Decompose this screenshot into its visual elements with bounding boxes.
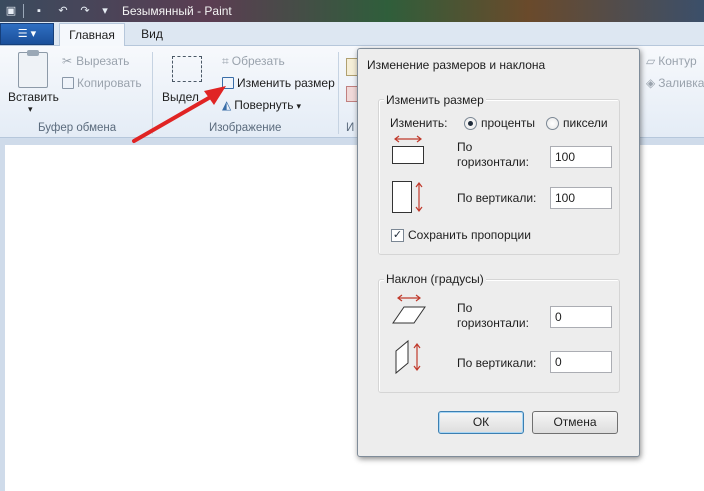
cancel-button[interactable]: Отмена bbox=[532, 411, 618, 434]
pixels-radio[interactable] bbox=[546, 117, 559, 130]
percent-radio[interactable] bbox=[464, 117, 477, 130]
skew-horizontal-input[interactable] bbox=[550, 306, 612, 328]
skew-vertical-label: По вертикали: bbox=[457, 356, 537, 370]
pixels-label[interactable]: пиксели bbox=[563, 116, 608, 131]
resize-group-legend: Изменить размер bbox=[384, 93, 486, 107]
skew-group-legend: Наклон (градусы) bbox=[384, 272, 486, 286]
keep-ratio-label[interactable]: Сохранить пропорции bbox=[408, 228, 531, 243]
ok-button[interactable]: ОК bbox=[438, 411, 524, 434]
resize-by-label: Изменить: bbox=[390, 116, 448, 130]
vertical-skew-icon bbox=[395, 339, 421, 375]
resize-vertical-input[interactable] bbox=[550, 187, 612, 209]
resize-vertical-label: По вертикали: bbox=[457, 191, 537, 205]
keep-ratio-checkbox[interactable]: ✓ bbox=[391, 229, 404, 242]
percent-label[interactable]: проценты bbox=[481, 116, 535, 131]
resize-horizontal-label-2: горизонтали: bbox=[457, 155, 529, 169]
resize-skew-dialog: Изменение размеров и наклона Изменить ра… bbox=[357, 48, 640, 457]
skew-vertical-input[interactable] bbox=[550, 351, 612, 373]
horizontal-skew-icon bbox=[392, 294, 426, 324]
horizontal-resize-icon bbox=[392, 135, 424, 164]
skew-horizontal-label-2: горизонтали: bbox=[457, 316, 529, 330]
resize-horizontal-input[interactable] bbox=[550, 146, 612, 168]
resize-horizontal-label-1: По bbox=[457, 140, 473, 154]
skew-horizontal-label-1: По bbox=[457, 301, 473, 315]
dialog-title: Изменение размеров и наклона bbox=[367, 58, 546, 72]
vertical-resize-icon bbox=[392, 181, 423, 213]
